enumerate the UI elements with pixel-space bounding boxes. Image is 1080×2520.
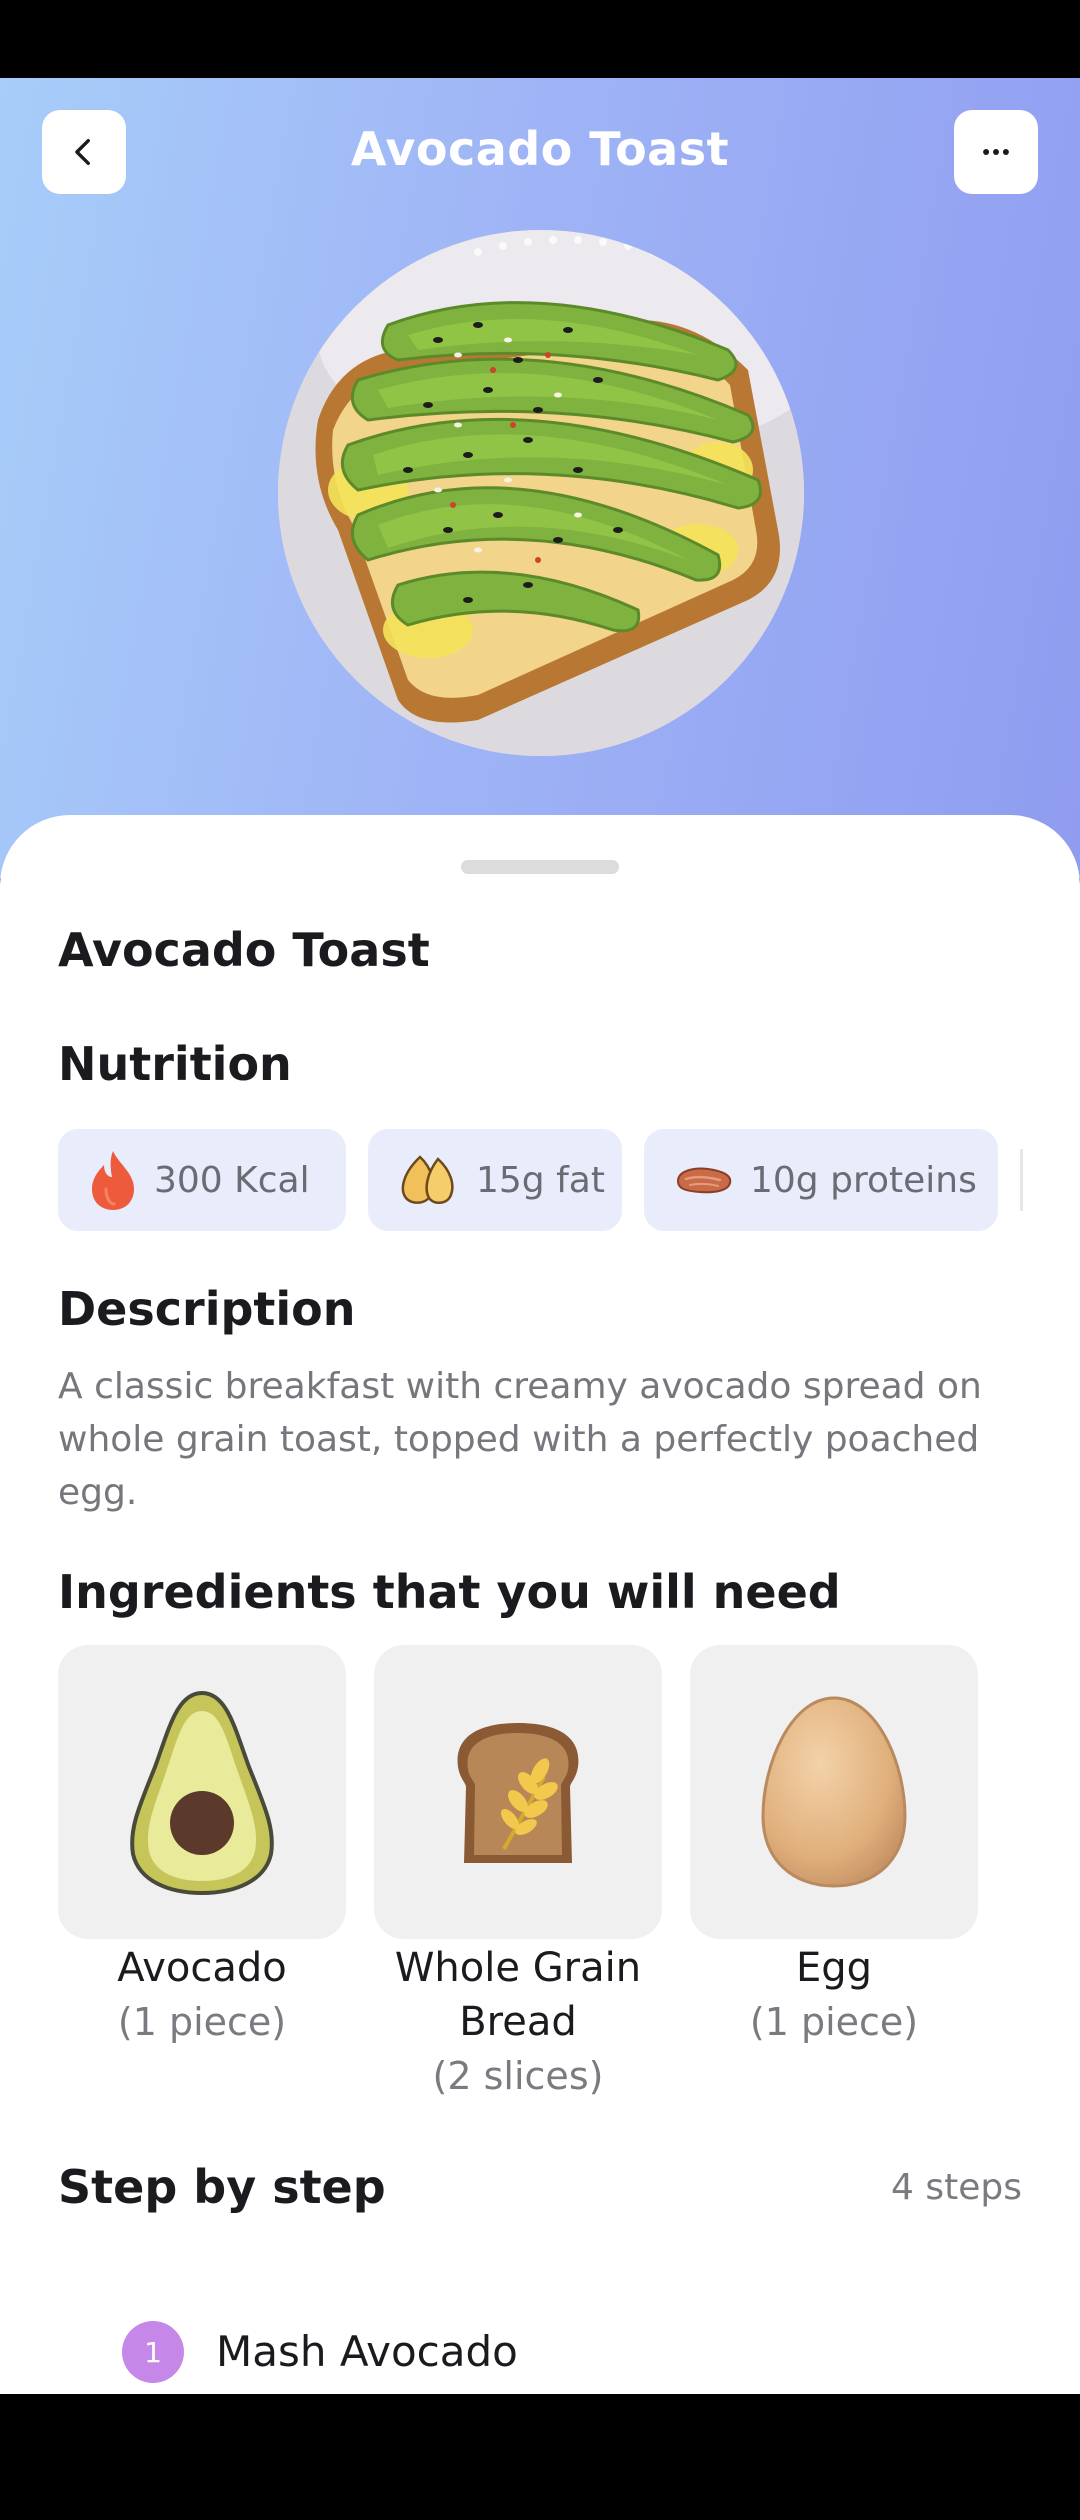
recipe-details-sheet[interactable]: Avocado Toast Nutrition 300 Kcal 15g fat… xyxy=(0,815,1080,2394)
description-heading: Description xyxy=(58,1282,356,1336)
status-bar xyxy=(0,0,1080,78)
dish-photo xyxy=(278,230,804,756)
protein-label: 10g proteins xyxy=(750,1159,977,1201)
sheet-drag-handle[interactable] xyxy=(461,860,619,874)
ingredient-label-avocado: Avocado (1 piece) xyxy=(52,1941,352,2049)
egg-icon xyxy=(761,1696,907,1888)
ingredient-quantity: (1 piece) xyxy=(117,2000,287,2044)
system-navigation-bar xyxy=(0,2394,1080,2520)
nutrition-chip-protein: 10g proteins xyxy=(644,1129,998,1231)
fat-label: 15g fat xyxy=(476,1159,605,1201)
nutrition-chip-fat: 15g fat xyxy=(368,1129,622,1231)
step-number-badge: 1 xyxy=(122,2321,184,2383)
ingredient-name: Avocado xyxy=(117,1945,287,1991)
nutrition-heading: Nutrition xyxy=(58,1037,292,1091)
recipe-hero: Avocado Toast xyxy=(0,78,1080,878)
description-text: A classic breakfast with creamy avocado … xyxy=(58,1366,982,1513)
more-options-button[interactable] xyxy=(954,110,1038,194)
ingredient-card-bread[interactable] xyxy=(374,1645,662,1939)
protein-icon xyxy=(676,1167,732,1194)
nutrition-chip-calories: 300 Kcal xyxy=(58,1129,346,1231)
more-horizontal-icon xyxy=(983,149,1009,155)
avocado-icon xyxy=(130,1690,274,1895)
ingredient-card-egg[interactable] xyxy=(690,1645,978,1939)
recipe-title: Avocado Toast xyxy=(58,923,430,977)
ingredient-quantity: (1 piece) xyxy=(749,2000,919,2044)
ingredient-card-avocado[interactable] xyxy=(58,1645,346,1939)
ingredient-name: Egg xyxy=(795,1945,873,1991)
ingredient-name: Whole Grain Bread xyxy=(394,1945,642,2045)
ingredients-heading: Ingredients that you will need xyxy=(58,1565,841,1619)
calories-label: 300 Kcal xyxy=(154,1159,310,1201)
ingredient-label-bread: Whole Grain Bread (2 slices) xyxy=(368,1941,668,2103)
flame-icon xyxy=(92,1151,134,1210)
steps-heading: Step by step xyxy=(58,2160,386,2214)
fat-icon xyxy=(401,1155,454,1204)
page-title: Avocado Toast xyxy=(350,122,730,176)
step-title[interactable]: Mash Avocado xyxy=(216,2327,518,2376)
steps-count: 4 steps xyxy=(891,2167,1022,2208)
ingredient-quantity: (2 slices) xyxy=(432,2054,604,2098)
nutrition-chip-overflow xyxy=(1020,1149,1023,1211)
ingredient-label-egg: Egg (1 piece) xyxy=(684,1941,984,2049)
bread-icon xyxy=(457,1723,579,1863)
